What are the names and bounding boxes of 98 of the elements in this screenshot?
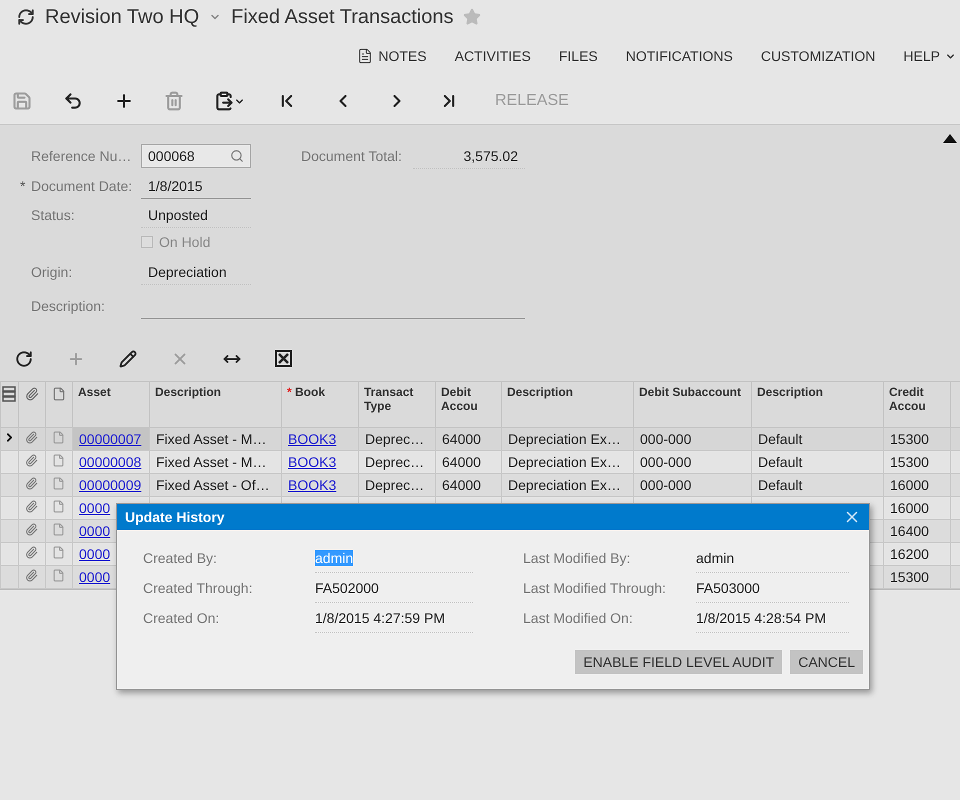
field-value: FA503000 (696, 574, 849, 602)
column-header[interactable]: Description (502, 382, 634, 428)
file-icon[interactable] (52, 523, 65, 536)
column-header[interactable]: Asset (72, 382, 150, 428)
spreadsheet-icon (275, 350, 292, 367)
trash-icon (164, 91, 184, 111)
refresh-icon[interactable] (17, 8, 35, 26)
column-header[interactable]: * Book (282, 382, 358, 428)
plus-icon (114, 91, 134, 111)
star-icon[interactable] (463, 8, 482, 26)
undo-icon (63, 91, 83, 111)
field-value: Depreciation (141, 260, 251, 284)
rows-icon[interactable] (2, 386, 16, 402)
table-cell: 000-000 (640, 477, 692, 493)
file-icon (52, 387, 66, 401)
menu-item[interactable]: ACTIVITIES (454, 48, 531, 64)
table-cell: Depreciation Ex… (508, 477, 621, 493)
field-label: Created By: (143, 550, 218, 566)
table-cell: 15300 (890, 431, 929, 447)
table-cell: 15300 (890, 454, 929, 470)
table-cell: Deprec… (365, 431, 424, 447)
refresh-icon (15, 350, 33, 368)
document-icon (357, 48, 374, 64)
table-cell: Default (758, 431, 802, 447)
save-icon (12, 91, 32, 111)
field-label: Last Modified Through: (523, 580, 667, 596)
cancel-button[interactable]: CANCEL (790, 650, 863, 674)
required-mark: * (20, 178, 26, 194)
field-value: FA502000 (315, 574, 473, 602)
field-label: Description: (31, 298, 106, 314)
audit-button[interactable]: ENABLE FIELD LEVEL AUDIT (575, 650, 782, 674)
menu-item[interactable]: NOTES (357, 48, 427, 64)
field-value: Unposted (141, 202, 251, 228)
table-cell: Deprec… (365, 454, 424, 470)
file-icon[interactable] (52, 431, 65, 444)
table-cell: 000-000 (640, 431, 692, 447)
file-icon[interactable] (52, 500, 65, 513)
table-cell: Fixed Asset - M… (156, 454, 266, 470)
field-value: 3,575.02 (413, 144, 525, 168)
field-label: Created On: (143, 610, 220, 626)
paperclip-icon[interactable] (25, 477, 38, 490)
field-label: Reference Nu… (31, 148, 132, 164)
table-cell: 64000 (442, 454, 481, 470)
column-header[interactable]: Description (150, 382, 282, 428)
paperclip-icon[interactable] (25, 523, 38, 536)
file-icon[interactable] (52, 454, 65, 467)
table-cell: 16000 (890, 477, 929, 493)
table-cell: Default (758, 454, 802, 470)
column-header[interactable]: Debit Accou (436, 382, 502, 428)
field-value: admin (696, 544, 849, 572)
paperclip-icon (25, 387, 39, 401)
table-cell: 16200 (890, 546, 929, 562)
field-value: 1/8/2015 4:28:54 PM (696, 604, 849, 632)
field-value: admin (315, 544, 473, 572)
date-field[interactable]: 1/8/2015 (141, 174, 251, 198)
paperclip-icon[interactable] (25, 454, 38, 467)
field-label: Origin: (31, 264, 74, 280)
menu-item[interactable]: FILES (558, 48, 598, 64)
paperclip-icon[interactable] (25, 431, 38, 444)
screen-title: Fixed Asset Transactions (231, 6, 454, 28)
table-cell: Fixed Asset - M… (156, 431, 266, 447)
search-icon (230, 149, 244, 163)
menu-item[interactable]: HELP (903, 48, 956, 64)
dialog-title: Update History (125, 509, 225, 525)
file-icon[interactable] (52, 569, 65, 582)
file-icon[interactable] (52, 546, 65, 559)
clipboard-icon (214, 91, 234, 111)
company-title[interactable]: Revision Two HQ (45, 6, 200, 28)
field-label: Last Modified By: (523, 550, 632, 566)
pencil-icon (119, 350, 137, 368)
table-cell: 64000 (442, 431, 481, 447)
field-label: Document Total: (301, 148, 403, 164)
reference-field[interactable]: 000068 (141, 144, 251, 168)
paperclip-icon[interactable] (25, 546, 38, 559)
field-label: Created Through: (143, 580, 254, 596)
file-icon[interactable] (52, 477, 65, 490)
table-cell: Deprec… (365, 477, 424, 493)
column-header[interactable]: Transact Type (358, 382, 436, 428)
table-cell: 15300 (890, 569, 929, 585)
table-cell: Depreciation Ex… (508, 431, 621, 447)
field-label: Last Modified On: (523, 610, 634, 626)
table-cell: 000-000 (640, 454, 692, 470)
table-cell: Fixed Asset - Of… (156, 477, 270, 493)
paperclip-icon[interactable] (25, 569, 38, 582)
column-header[interactable]: Description (752, 382, 884, 428)
collapse-icon[interactable] (943, 134, 957, 143)
table-cell: 64000 (442, 477, 481, 493)
menu-item[interactable]: NOTIFICATIONS (626, 48, 733, 64)
field-value: 1/8/2015 4:27:59 PM (315, 604, 473, 632)
table-cell: Default (758, 477, 802, 493)
paperclip-icon[interactable] (25, 500, 38, 513)
table-cell: 16000 (890, 500, 929, 516)
table-cell: 16400 (890, 523, 929, 539)
field-label: Status: (31, 206, 76, 223)
menu-item[interactable]: CUSTOMIZATION (760, 48, 876, 64)
column-header[interactable]: Debit Subaccount (634, 382, 752, 428)
column-header[interactable]: Credit Accou (884, 382, 950, 428)
table-cell: Depreciation Ex… (508, 454, 621, 470)
